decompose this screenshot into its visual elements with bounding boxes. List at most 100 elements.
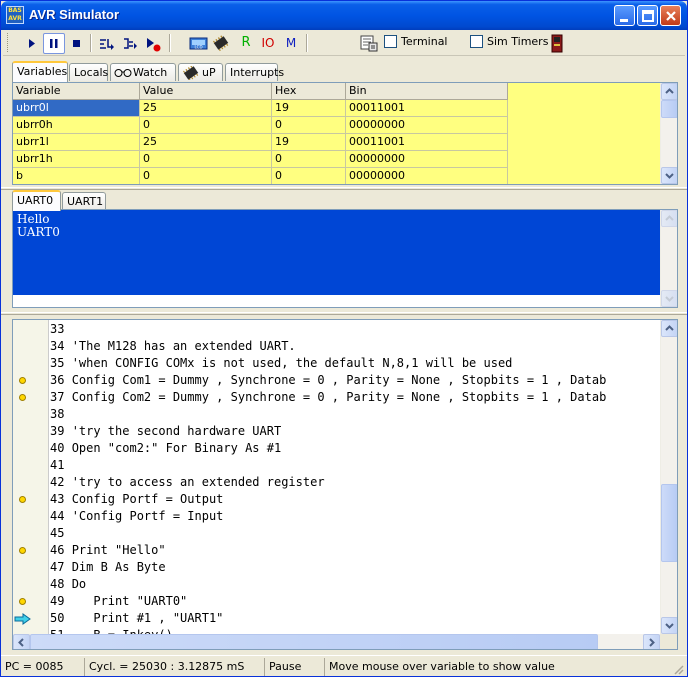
grid-cell-hex[interactable]: 0 — [272, 168, 346, 184]
code-line[interactable]: 35 'when CONFIG COMx is not used, the de… — [50, 355, 512, 372]
column-header-variable[interactable]: Variable — [13, 83, 140, 100]
scroll-down-button[interactable] — [661, 167, 677, 184]
grid-cell-bin[interactable]: 00011001 — [346, 134, 508, 151]
variables-scrollbar[interactable] — [660, 83, 677, 184]
io-button[interactable]: IO — [257, 33, 279, 54]
grid-cell-variable[interactable]: ubrr1l — [13, 134, 140, 151]
pause-button[interactable] — [43, 33, 65, 54]
grid-cell-value[interactable]: 0 — [140, 151, 272, 168]
code-line[interactable]: 39 'try the second hardware UART — [50, 423, 281, 440]
uart-output[interactable]: Hello UART0 — [13, 210, 660, 295]
run-to-cursor-button[interactable] — [142, 33, 164, 54]
code-line[interactable]: 37 Config Com2 = Dummy , Synchrone = 0 ,… — [50, 389, 606, 406]
grid-cell-bin[interactable]: 00000000 — [346, 151, 508, 168]
code-line[interactable]: 34 'The M128 has an extended UART. — [50, 338, 296, 355]
terminal-icon-button[interactable] — [358, 33, 380, 54]
tab-locals[interactable]: Locals — [69, 63, 108, 81]
code-vertical-scrollbar[interactable] — [660, 320, 677, 634]
line-number: 49 — [50, 594, 65, 608]
scroll-thumb[interactable] — [30, 634, 598, 649]
column-header-hex[interactable]: Hex — [272, 83, 346, 100]
scroll-up-button[interactable] — [661, 210, 677, 227]
lcd-button[interactable]: LCD — [188, 33, 210, 54]
tab-variables[interactable]: Variables — [12, 61, 68, 82]
toolbar-grip[interactable] — [7, 33, 10, 52]
code-line[interactable]: 40 Open "com2:" For Binary As #1 — [50, 440, 281, 457]
code-line[interactable]: 44 'Config Portf = Input — [50, 508, 223, 525]
breakpoint-icon[interactable] — [19, 377, 26, 384]
tab-interrupts[interactable]: Interrupts — [225, 63, 284, 81]
registers-button[interactable]: R — [235, 33, 257, 54]
breakpoint-gutter[interactable] — [13, 320, 49, 634]
line-text: 'The M128 has an extended UART. — [71, 339, 296, 353]
chevron-down-icon — [665, 623, 674, 629]
close-button[interactable] — [660, 5, 681, 26]
grid-cell-hex[interactable]: 19 — [272, 100, 346, 117]
memory-button[interactable]: M — [280, 33, 302, 54]
step-over-button[interactable] — [119, 33, 141, 54]
grid-cell-value[interactable]: 25 — [140, 134, 272, 151]
splitter[interactable] — [1, 312, 687, 315]
code-line[interactable]: 50 Print #1 , "UART1" — [50, 610, 223, 627]
current-line-arrow-icon — [14, 613, 31, 625]
scroll-right-button[interactable] — [643, 634, 660, 649]
hardware-button[interactable] — [546, 33, 568, 54]
code-line[interactable]: 33 — [50, 321, 72, 338]
column-header-value[interactable]: Value — [140, 83, 272, 100]
run-button[interactable] — [21, 33, 43, 54]
maximize-button[interactable] — [637, 5, 658, 26]
stop-button[interactable] — [66, 33, 88, 54]
grid-cell-variable[interactable]: ubrr1h — [13, 151, 140, 168]
code-line[interactable]: 43 Config Portf = Output — [50, 491, 223, 508]
code-line[interactable]: 45 — [50, 525, 72, 542]
code-editor[interactable]: 33 34 'The M128 has an extended UART. 35 … — [12, 319, 678, 650]
resize-grip-icon[interactable] — [673, 664, 685, 676]
grid-cell-variable[interactable]: ubrr0h — [13, 117, 140, 134]
code-line[interactable]: 42 'try to access an extended register — [50, 474, 325, 491]
title-bar[interactable]: BAS AVR AVR Simulator — [1, 1, 687, 30]
sim-timers-checkbox[interactable] — [470, 35, 483, 48]
grid-cell-bin[interactable]: 00000000 — [346, 117, 508, 134]
breakpoint-icon[interactable] — [19, 496, 26, 503]
tab-watch[interactable]: Watch — [110, 63, 176, 81]
grid-cell-value[interactable]: 0 — [140, 168, 272, 184]
code-line[interactable]: 36 Config Com1 = Dummy , Synchrone = 0 ,… — [50, 372, 606, 389]
tab-up[interactable]: uP — [178, 63, 223, 81]
scroll-thumb[interactable] — [661, 100, 677, 118]
scroll-left-button[interactable] — [13, 634, 30, 649]
chip-button[interactable] — [210, 33, 232, 54]
tab-uart0[interactable]: UART0 — [12, 190, 61, 211]
step-into-button[interactable] — [96, 33, 118, 54]
scroll-up-button[interactable] — [661, 83, 677, 100]
code-line[interactable]: 49 Print "UART0" — [50, 593, 187, 610]
scroll-down-button[interactable] — [661, 290, 677, 307]
scroll-thumb[interactable] — [661, 484, 677, 562]
uart-terminal[interactable]: Hello UART0 — [12, 209, 678, 308]
minimize-button[interactable] — [614, 5, 635, 26]
grid-cell-hex[interactable]: 0 — [272, 117, 346, 134]
grid-cell-bin[interactable]: 00000000 — [346, 168, 508, 184]
grid-cell-hex[interactable]: 19 — [272, 134, 346, 151]
breakpoint-icon[interactable] — [19, 598, 26, 605]
breakpoint-icon[interactable] — [19, 394, 26, 401]
code-line[interactable]: 48 Do — [50, 576, 86, 593]
column-header-bin[interactable]: Bin — [346, 83, 508, 100]
grid-cell-hex[interactable]: 0 — [272, 151, 346, 168]
lcd-icon: LCD — [189, 37, 208, 50]
tab-uart1[interactable]: UART1 — [62, 192, 106, 210]
scroll-down-button[interactable] — [661, 617, 677, 634]
grid-cell-variable[interactable]: b — [13, 168, 140, 184]
terminal-checkbox[interactable] — [384, 35, 397, 48]
grid-cell-variable[interactable]: ubrr0l — [13, 100, 140, 117]
code-line[interactable]: 41 — [50, 457, 72, 474]
code-line[interactable]: 38 — [50, 406, 72, 423]
scroll-up-button[interactable] — [661, 320, 677, 337]
breakpoint-icon[interactable] — [19, 547, 26, 554]
code-horizontal-scrollbar[interactable] — [13, 634, 660, 649]
grid-cell-value[interactable]: 25 — [140, 100, 272, 117]
uart-scrollbar[interactable] — [660, 210, 677, 307]
code-line[interactable]: 46 Print "Hello" — [50, 542, 166, 559]
grid-cell-bin[interactable]: 00011001 — [346, 100, 508, 117]
code-line[interactable]: 47 Dim B As Byte — [50, 559, 166, 576]
grid-cell-value[interactable]: 0 — [140, 117, 272, 134]
